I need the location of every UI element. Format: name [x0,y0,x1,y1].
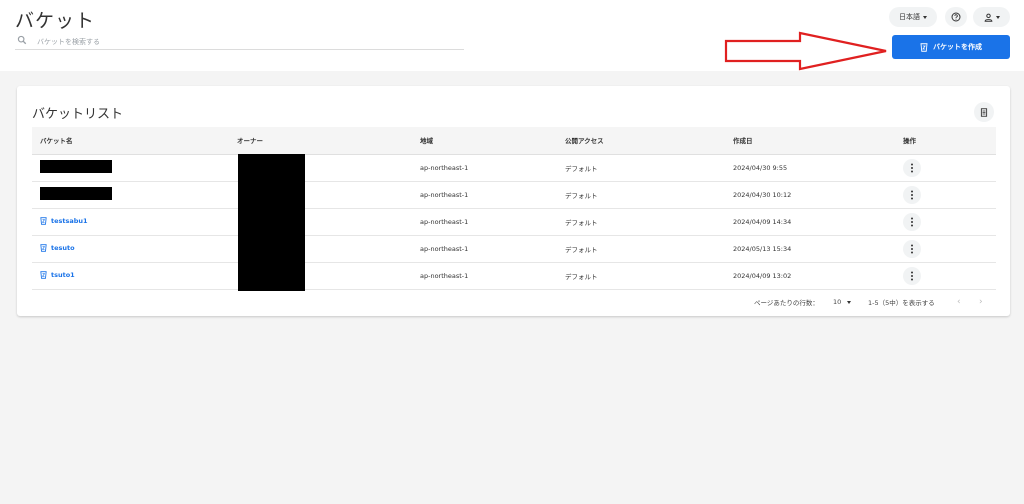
column-settings-button[interactable] [974,102,994,122]
chevron-down-icon [847,300,852,304]
column-header[interactable]: 地域 [412,127,557,155]
column-settings-icon [980,107,988,117]
help-circle-icon [951,12,961,22]
bucket-icon [920,42,928,52]
bucket-name: testsabu1 [51,216,88,225]
user-menu-button[interactable] [973,7,1010,27]
next-page-button[interactable]: › [979,295,983,309]
card-title: バケットリスト [32,107,124,122]
access-cell: デフォルト [557,262,725,290]
chevron-down-icon [923,15,927,19]
actions-cell [895,208,996,236]
bucket-icon [40,243,47,252]
rows-per-page-label: ページあたりの行数： [754,299,819,307]
access-cell: デフォルト [557,181,725,209]
bucket-name: tesuto [51,243,75,252]
more-vert-icon [911,271,913,280]
language-selector[interactable]: 日本語 [889,7,937,27]
region-cell: ap-northeast-1 [412,262,557,290]
search-icon [17,35,27,45]
region-cell: ap-northeast-1 [412,208,557,236]
search-input[interactable] [37,35,457,48]
bucket-link[interactable]: tesuto [40,244,75,252]
column-header[interactable]: オーナー [232,127,412,155]
created-cell: 2024/05/13 15:34 [725,235,895,263]
redacted-block [40,187,112,200]
help-button[interactable] [945,7,967,27]
prev-page-button[interactable]: ‹ [957,295,961,309]
column-header[interactable]: バケット名 [32,127,232,155]
actions-cell [895,262,996,290]
access-cell: デフォルト [557,235,725,263]
bucket-icon [40,216,47,225]
bucket-name-cell: tesuto [32,235,232,263]
page-title: バケット [15,10,96,32]
bucket-name-cell [32,181,232,209]
region-cell: ap-northeast-1 [412,181,557,209]
table-row: tesuto ap-northeast-1 デフォルト 2024/05/13 1… [32,235,996,263]
bucket-name-cell [32,154,232,182]
created-cell: 2024/04/09 14:34 [725,208,895,236]
more-vert-icon [911,190,913,199]
created-cell: 2024/04/30 9:55 [725,154,895,182]
column-header: 操作 [895,127,996,155]
row-actions-button[interactable] [903,212,921,231]
more-vert-icon [911,244,913,253]
table-header-row: バケット名 オーナー 地域 公開アクセス 作成日 操作 [32,127,996,155]
region-cell: ap-northeast-1 [412,154,557,182]
access-cell: デフォルト [557,208,725,236]
top-bar: バケット 日本語 バケットを作成 [0,0,1024,71]
redacted-owner-block [238,154,305,291]
bucket-link[interactable]: tsuto1 [40,271,75,279]
chevron-down-icon [995,15,1000,19]
actions-cell [895,235,996,263]
search-box [15,35,464,50]
actions-cell [895,154,996,182]
bucket-table: バケット名 オーナー 地域 公開アクセス 作成日 操作 ap-northeast… [32,127,996,290]
column-header[interactable]: 公開アクセス [557,127,725,155]
table-row: ap-northeast-1 デフォルト 2024/04/30 10:12 [32,181,996,209]
row-actions-button[interactable] [903,185,921,204]
user-icon [984,13,992,22]
rows-per-page-select[interactable]: 10 [833,295,852,309]
bucket-icon [40,270,47,279]
pagination-range: 1-5（5中）を表示する [868,299,935,307]
created-cell: 2024/04/30 10:12 [725,181,895,209]
row-actions-button[interactable] [903,239,921,258]
more-vert-icon [911,163,913,172]
bucket-name-cell: tsuto1 [32,262,232,290]
bucket-name-cell: testsabu1 [32,208,232,236]
region-cell: ap-northeast-1 [412,235,557,263]
table-row: ap-northeast-1 デフォルト 2024/04/30 9:55 [32,154,996,182]
column-header[interactable]: 作成日 [725,127,895,155]
row-actions-button[interactable] [903,158,921,177]
bucket-name: tsuto1 [51,270,75,279]
bucket-list-card: バケットリスト バケット名 オーナー 地域 公開アクセス 作成日 操作 ap-n… [17,86,1010,316]
annotation-arrow [724,31,887,71]
language-label: 日本語 [899,13,920,21]
bucket-link[interactable]: testsabu1 [40,217,88,225]
rows-per-page-value: 10 [833,298,842,306]
create-bucket-button[interactable]: バケットを作成 [892,35,1010,59]
create-bucket-label: バケットを作成 [933,43,982,51]
table-row: testsabu1 ap-northeast-1 デフォルト 2024/04/0… [32,208,996,236]
created-cell: 2024/04/09 13:02 [725,262,895,290]
redacted-block [40,160,112,173]
row-actions-button[interactable] [903,266,921,285]
actions-cell [895,181,996,209]
access-cell: デフォルト [557,154,725,182]
table-row: tsuto1 ap-northeast-1 デフォルト 2024/04/09 1… [32,262,996,290]
more-vert-icon [911,217,913,226]
